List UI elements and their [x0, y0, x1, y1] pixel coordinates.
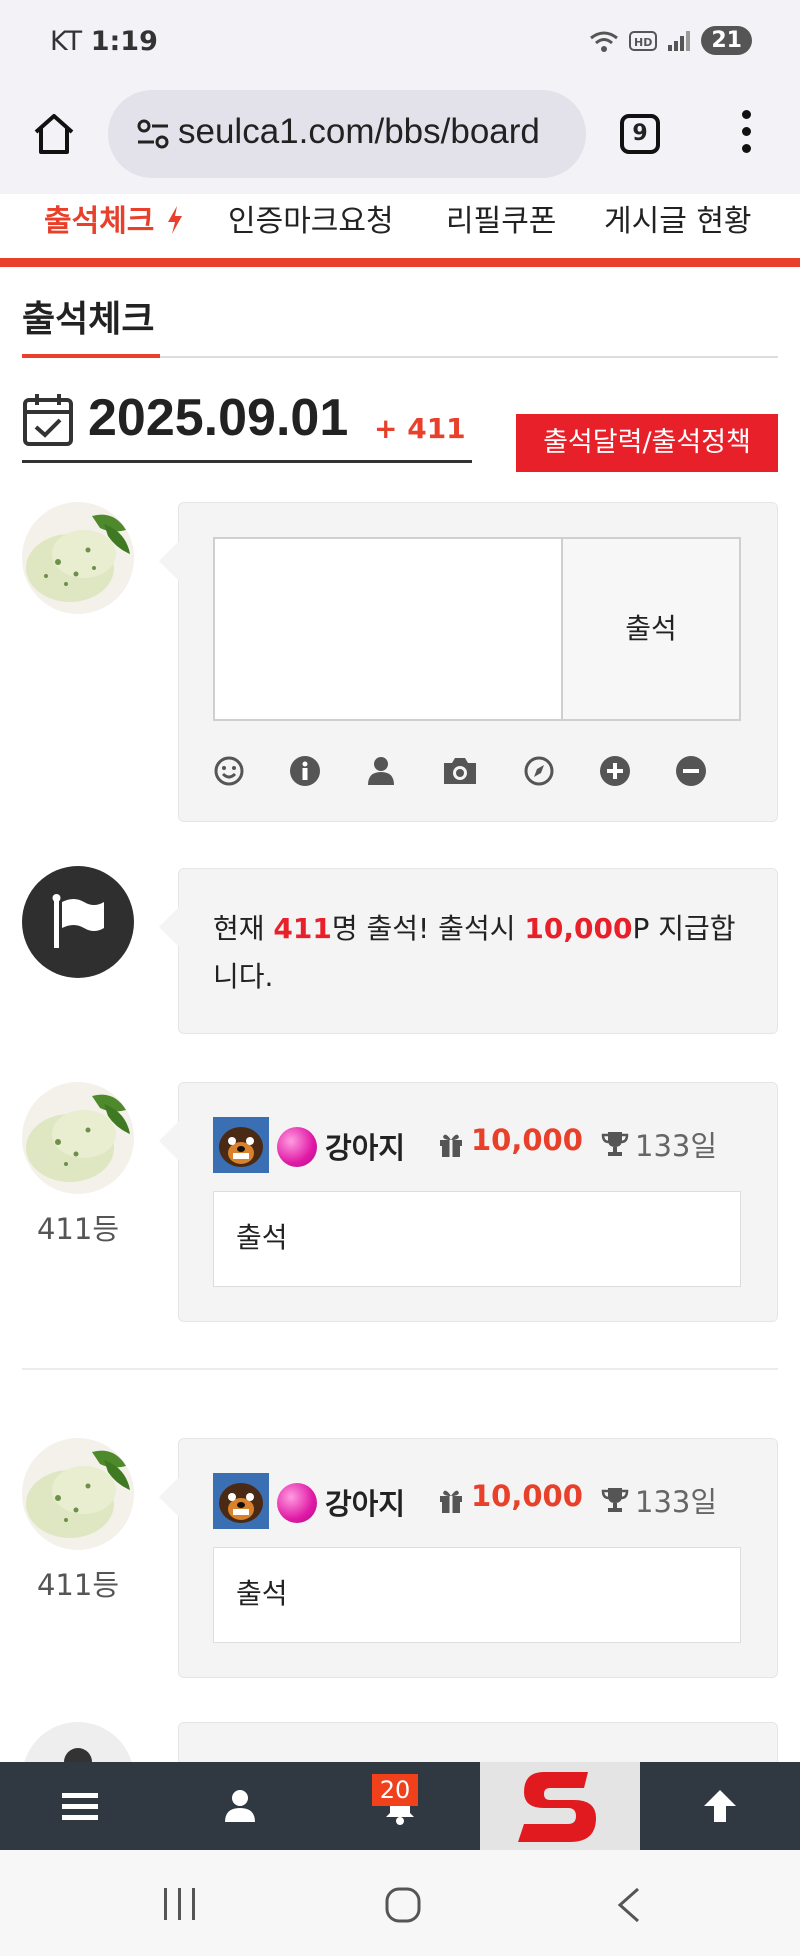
attendance-notice: 현재 411명 출석! 출석시 10,000P 지급합니다.	[159, 868, 778, 1034]
member-icon	[213, 1117, 269, 1173]
battery-indicator: 21	[701, 26, 752, 55]
nav-underline	[0, 258, 800, 267]
notice-avatar	[22, 866, 134, 978]
avatar	[22, 502, 134, 614]
entry-meta: 강아지 10,000 133일	[213, 1471, 753, 1529]
nav-item-label: 출석체크	[44, 204, 155, 239]
notification-badge: 20	[372, 1774, 418, 1806]
minus-circle-icon[interactable]	[675, 755, 707, 787]
smile-icon[interactable]	[213, 755, 245, 787]
nav-item-certification[interactable]: 인증마크요청	[228, 196, 394, 240]
entry-avatar[interactable]	[22, 1082, 134, 1194]
arrow-up-icon	[704, 1790, 736, 1822]
date-underline	[22, 460, 472, 463]
recent-apps-icon[interactable]	[160, 1886, 200, 1922]
gift-icon	[440, 1134, 462, 1157]
nav-item-post-status[interactable]: 게시글 현황	[604, 196, 752, 240]
status-icons: HD 21	[589, 26, 752, 55]
page-title: 출석체크	[22, 299, 155, 340]
notice-points: 10,000	[524, 912, 633, 945]
attendance-date: 2025.09.01	[88, 389, 349, 447]
tab-switcher-button[interactable]: 9	[620, 114, 660, 154]
home-nav-icon[interactable]	[384, 1886, 422, 1924]
trophy-icon	[601, 1132, 629, 1156]
calendar-policy-button[interactable]: 출석달력/출석정책	[516, 414, 778, 472]
site-logo-icon	[518, 1772, 596, 1842]
entry-comment: 출석	[213, 1547, 741, 1643]
entry-divider	[22, 1368, 778, 1370]
nav-item-refill-coupon[interactable]: 리필쿠폰	[446, 196, 556, 240]
entry-nickname[interactable]: 강아지	[325, 1125, 405, 1167]
url-text: seulca1.com/bbs/board	[178, 112, 540, 151]
profile-button[interactable]	[160, 1762, 320, 1850]
menu-button[interactable]	[0, 1762, 160, 1850]
entry-comment: 출석	[213, 1191, 741, 1287]
editor-toolbar	[213, 755, 707, 787]
lightning-icon	[167, 206, 182, 234]
site-settings-icon	[137, 119, 169, 149]
entry-days: 133일	[635, 1485, 718, 1519]
entry-nickname[interactable]: 강아지	[325, 1481, 405, 1523]
status-carrier: KT 1:19	[50, 26, 158, 57]
entry-meta: 강아지 10,000 133일	[213, 1115, 753, 1173]
site-nav: 출석체크 인증마크요청 리필쿠폰 게시글 현황	[0, 194, 800, 258]
entry-days: 133일	[635, 1129, 718, 1163]
more-menu-icon[interactable]	[738, 110, 754, 158]
nav-item-attendance[interactable]: 출석체크	[44, 196, 185, 240]
user-icon[interactable]	[365, 755, 397, 787]
browser-toolbar: seulca1.com/bbs/board 9	[0, 86, 800, 194]
attendance-count: + 411	[374, 412, 466, 445]
hamburger-icon	[62, 1793, 98, 1820]
svg-text:HD: HD	[634, 36, 652, 49]
camera-icon[interactable]	[441, 755, 479, 787]
entry-points: 10,000	[471, 1479, 583, 1513]
info-icon[interactable]	[289, 755, 321, 787]
carrier-name: KT	[50, 26, 83, 57]
hd-icon: HD	[629, 30, 658, 51]
entry-rank: 411등	[36, 1568, 120, 1602]
notice-middle: 명 출석! 출석시	[331, 912, 525, 945]
home-icon	[34, 114, 74, 154]
compass-icon[interactable]	[523, 755, 555, 787]
level-badge	[277, 1483, 317, 1523]
address-bar[interactable]: seulca1.com/bbs/board	[108, 90, 586, 178]
flag-icon	[52, 894, 104, 948]
notice-text: 현재 411명 출석! 출석시 10,000P 지급합니다.	[213, 905, 753, 1001]
scroll-top-button[interactable]	[640, 1762, 800, 1850]
gift-icon	[440, 1490, 462, 1513]
wifi-icon	[590, 31, 619, 52]
title-accent	[22, 354, 160, 358]
member-icon	[213, 1473, 269, 1529]
attendance-entry: 강아지 10,000 133일 출석	[159, 1438, 778, 1678]
signal-icon	[668, 30, 691, 51]
comment-textarea[interactable]	[213, 537, 563, 721]
status-time: 1:19	[90, 26, 158, 57]
attendance-form: 출석	[159, 502, 778, 822]
calendar-icon	[23, 394, 73, 446]
status-bar: KT 1:19 HD 21	[0, 0, 800, 86]
trophy-icon	[601, 1488, 629, 1512]
plus-circle-icon[interactable]	[599, 755, 631, 787]
attend-submit-button[interactable]: 출석	[563, 537, 741, 721]
attendance-entry: 강아지 10,000 133일 출석	[159, 1082, 778, 1322]
site-logo[interactable]	[480, 1762, 640, 1850]
home-button[interactable]	[28, 108, 80, 160]
entry-points: 10,000	[471, 1123, 583, 1157]
notice-count: 411	[273, 912, 332, 945]
level-badge	[277, 1127, 317, 1167]
entry-rank: 411등	[36, 1212, 120, 1246]
entry-avatar[interactable]	[22, 1438, 134, 1550]
notice-prefix: 현재	[213, 912, 274, 945]
back-icon[interactable]	[614, 1886, 642, 1924]
system-navigation	[0, 1850, 800, 1956]
user-icon	[225, 1790, 255, 1822]
